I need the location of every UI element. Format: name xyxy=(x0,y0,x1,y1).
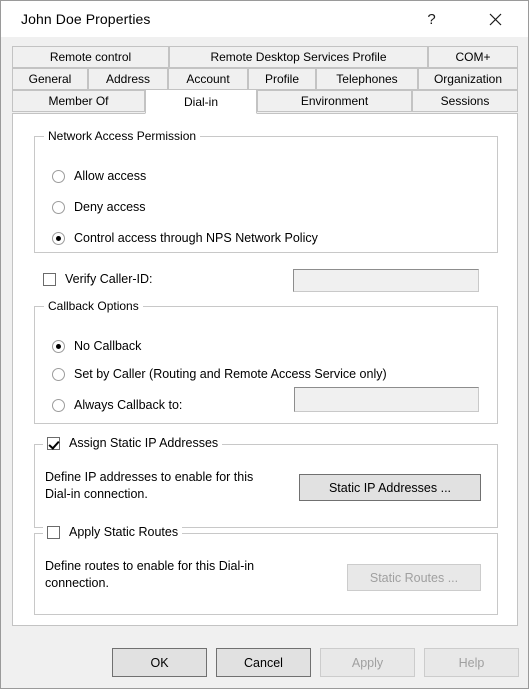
callback-options-title: Callback Options xyxy=(44,299,143,313)
radio-button-icon-selected xyxy=(52,339,65,353)
button-label: Static IP Addresses ... xyxy=(328,480,452,495)
tab-label: Account xyxy=(186,72,230,86)
radio-label: No Callback xyxy=(74,339,142,353)
static-routes-description: Define routes to enable for this Dial-in… xyxy=(45,559,255,590)
tab-label: Environment xyxy=(300,94,369,108)
tab-account[interactable]: Account xyxy=(168,68,248,90)
checkbox-icon xyxy=(47,525,60,539)
button-label: Static Routes ... xyxy=(369,570,459,585)
checkbox-apply-static-routes[interactable]: Apply Static Routes xyxy=(43,525,183,539)
radio-label: Allow access xyxy=(74,169,147,183)
cancel-button[interactable]: Cancel xyxy=(216,648,311,677)
tab-label: Dial-in xyxy=(183,94,218,109)
tab-member-of[interactable]: Member Of xyxy=(12,90,145,112)
static-ip-description: Define IP addresses to enable for this D… xyxy=(45,470,254,501)
tab-label: Remote Desktop Services Profile xyxy=(210,50,387,64)
tab-label: Remote control xyxy=(49,50,132,64)
properties-dialog: John Doe Properties ? Remote control Rem… xyxy=(0,0,529,689)
always-callback-to-input[interactable] xyxy=(294,387,479,412)
window-title: John Doe Properties xyxy=(21,11,151,27)
tab-telephones[interactable]: Telephones xyxy=(316,68,418,90)
ok-button[interactable]: OK xyxy=(112,648,207,677)
tab-general[interactable]: General xyxy=(12,68,88,90)
tab-com-plus[interactable]: COM+ xyxy=(428,46,518,68)
static-routes-button[interactable]: Static Routes ... xyxy=(347,564,481,591)
checkbox-assign-static-ip-addresses[interactable]: Assign Static IP Addresses xyxy=(43,436,223,450)
static-ip-addresses-button[interactable]: Static IP Addresses ... xyxy=(299,474,481,501)
close-icon[interactable] xyxy=(473,1,518,37)
button-label: OK xyxy=(150,655,169,670)
tab-remote-control[interactable]: Remote control xyxy=(12,46,169,68)
button-label: Apply xyxy=(351,655,384,670)
tab-label: General xyxy=(28,72,72,86)
radio-label: Set by Caller (Routing and Remote Access… xyxy=(74,367,387,381)
help-button[interactable]: Help xyxy=(424,648,519,677)
tab-label: Profile xyxy=(264,72,299,86)
checkbox-icon-checked xyxy=(47,436,60,450)
radio-set-by-caller[interactable]: Set by Caller (Routing and Remote Access… xyxy=(52,367,387,381)
button-label: Help xyxy=(458,655,485,670)
tab-label: Sessions xyxy=(440,94,490,108)
radio-label: Always Callback to: xyxy=(74,398,183,412)
tab-address[interactable]: Address xyxy=(88,68,168,90)
apply-button[interactable]: Apply xyxy=(320,648,415,677)
radio-button-icon xyxy=(52,367,65,381)
dialog-button-bar: OK Cancel Apply Help xyxy=(1,637,528,688)
tab-label: COM+ xyxy=(455,50,491,64)
radio-always-callback-to[interactable]: Always Callback to: xyxy=(52,398,182,412)
network-access-permission-title: Network Access Permission xyxy=(44,129,201,143)
tab-label: Organization xyxy=(433,72,503,86)
checkbox-label: Assign Static IP Addresses xyxy=(69,436,219,450)
checkbox-verify-caller-id[interactable]: Verify Caller-ID: xyxy=(43,272,153,286)
radio-label: Deny access xyxy=(74,200,146,214)
radio-allow-access[interactable]: Allow access xyxy=(52,169,146,183)
tab-label: Member Of xyxy=(48,94,109,108)
radio-button-icon xyxy=(52,200,65,214)
checkbox-label: Verify Caller-ID: xyxy=(65,272,153,286)
radio-control-access-nps[interactable]: Control access through NPS Network Polic… xyxy=(52,231,318,245)
tab-profile[interactable]: Profile xyxy=(248,68,316,90)
tab-label: Address xyxy=(105,72,151,86)
tab-strip: Remote control Remote Desktop Services P… xyxy=(1,37,528,114)
radio-button-icon xyxy=(52,169,65,183)
tab-dial-in[interactable]: Dial-in xyxy=(145,89,257,114)
checkbox-label: Apply Static Routes xyxy=(69,525,179,539)
radio-button-icon-selected xyxy=(52,231,65,245)
tab-remote-desktop-services-profile[interactable]: Remote Desktop Services Profile xyxy=(169,46,428,68)
radio-label: Control access through NPS Network Polic… xyxy=(74,231,318,245)
radio-button-icon xyxy=(52,398,65,412)
title-bar: John Doe Properties ? xyxy=(1,1,528,37)
radio-deny-access[interactable]: Deny access xyxy=(52,200,146,214)
radio-no-callback[interactable]: No Callback xyxy=(52,339,141,353)
tab-sessions[interactable]: Sessions xyxy=(412,90,518,112)
checkbox-icon xyxy=(43,272,56,286)
help-glyph: ? xyxy=(427,10,436,28)
verify-caller-id-input[interactable] xyxy=(293,269,479,292)
tab-environment[interactable]: Environment xyxy=(257,90,412,112)
button-label: Cancel xyxy=(244,655,283,670)
tab-label: Telephones xyxy=(336,72,398,86)
dial-in-tab-panel: Network Access Permission Allow access D… xyxy=(12,113,518,626)
help-icon[interactable]: ? xyxy=(409,1,454,37)
tab-organization[interactable]: Organization xyxy=(418,68,518,90)
